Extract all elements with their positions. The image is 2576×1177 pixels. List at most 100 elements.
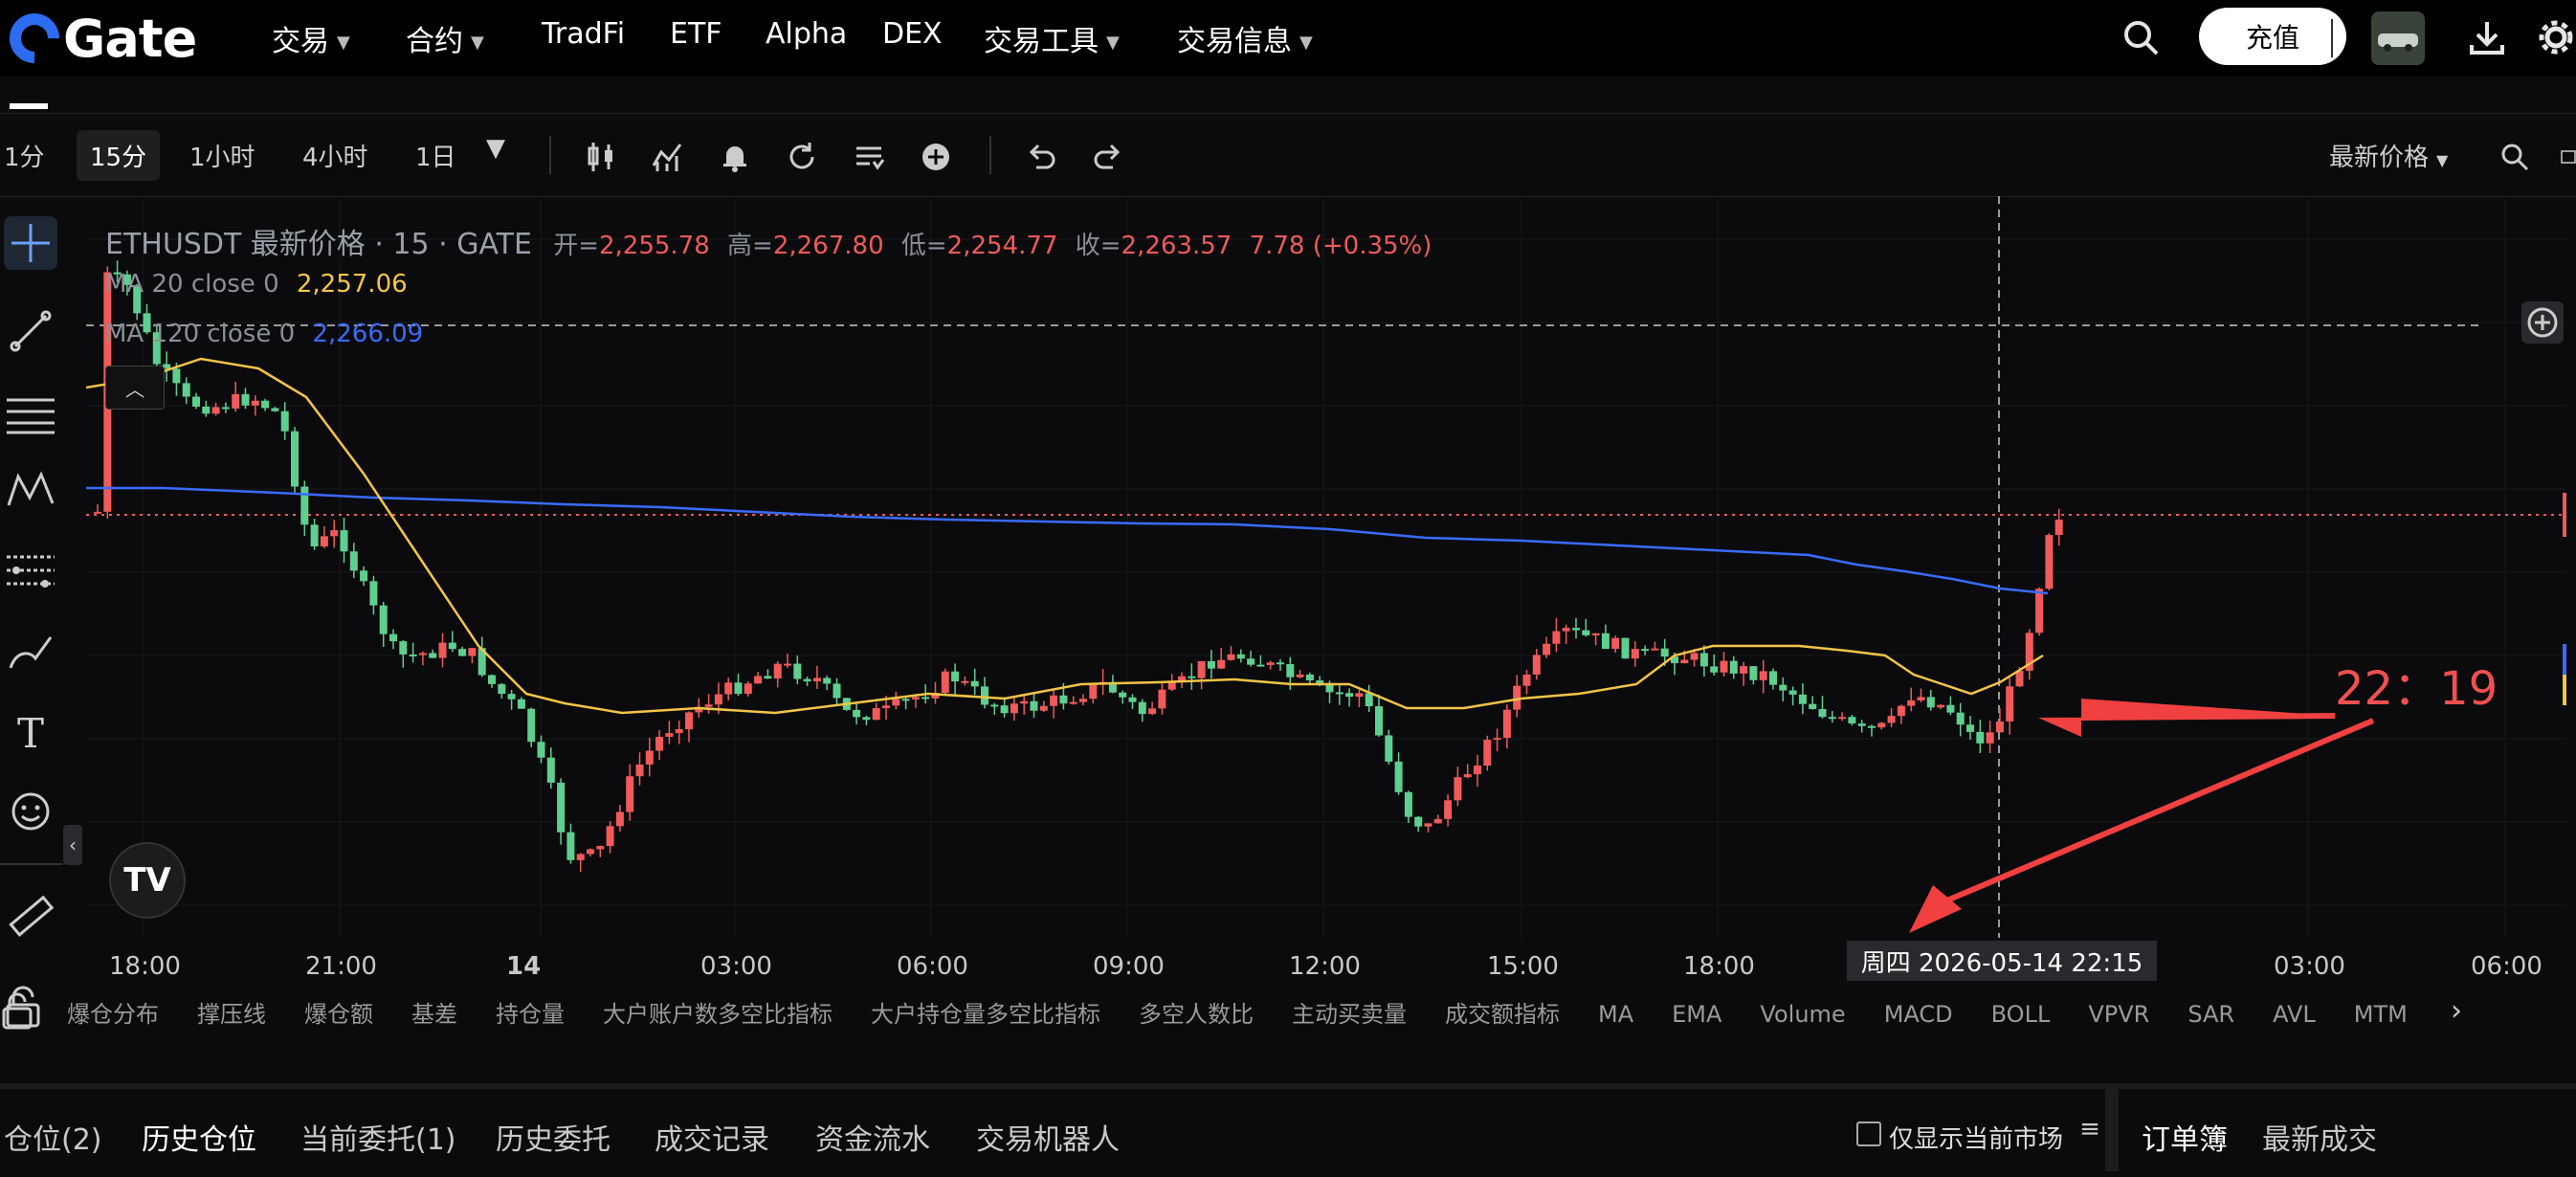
candle-body (970, 680, 979, 687)
alert-bell-icon[interactable] (714, 136, 756, 178)
search-icon[interactable] (2117, 13, 2165, 61)
candle-body (1631, 649, 1639, 659)
bottom-tab[interactable]: 交易机器人 (976, 1116, 1120, 1158)
crosshair-icon[interactable] (4, 216, 57, 270)
menu-icon[interactable]: ≡ (2078, 1110, 2101, 1148)
add-icon[interactable] (915, 136, 957, 178)
price-type-select[interactable]: 最新价格 ▼ (2329, 138, 2448, 173)
bottom-tab[interactable]: 仓位(2) (4, 1116, 102, 1158)
indicator-item[interactable]: 基差 (411, 1001, 457, 1028)
interval-1m[interactable]: 1分 (4, 138, 45, 173)
nav-item-trading-tools[interactable]: 交易工具 ▼ (984, 17, 1120, 59)
candlestick-type-icon[interactable] (580, 136, 622, 178)
candle-body (349, 551, 358, 571)
price-chart[interactable] (86, 196, 2566, 938)
caret-down-icon: ▼ (1106, 33, 1120, 53)
only-current-checkbox[interactable] (1856, 1121, 1881, 1146)
nav-item-dex[interactable]: DEX (882, 17, 943, 51)
nav-item-trade[interactable]: 交易 ▼ (272, 17, 350, 59)
candle-body (1493, 738, 1501, 741)
bottom-tab[interactable]: 历史委托 (496, 1116, 611, 1158)
indicator-item[interactable]: MA (1598, 1001, 1633, 1028)
candle-body (1621, 637, 1630, 659)
fib-icon[interactable] (4, 544, 57, 597)
candle-body (1788, 690, 1797, 695)
low-label: 低= (900, 232, 947, 260)
interval-4h[interactable]: 4小时 (302, 138, 368, 173)
indicator-item[interactable]: 爆仓额 (304, 1001, 373, 1028)
brush-icon[interactable] (4, 626, 57, 679)
download-icon[interactable] (2463, 13, 2511, 61)
candle-body (784, 663, 791, 666)
tab-latest-trades[interactable]: 最新成交 (2262, 1116, 2377, 1158)
candle-body (1937, 704, 1945, 708)
candle-body (488, 675, 496, 684)
candle-body (1188, 676, 1196, 678)
close-value: 2,263.57 (1121, 232, 1232, 260)
redo-icon[interactable] (1087, 136, 1129, 178)
horizontal-lines-icon[interactable] (4, 387, 57, 440)
collapse-toolbar-icon[interactable]: ‹ (63, 825, 82, 865)
indicators-icon[interactable] (647, 136, 689, 178)
indicator-item[interactable]: 多空人数比 (1139, 1001, 1254, 1028)
avatar[interactable] (2371, 11, 2425, 65)
candle-body (1809, 703, 1817, 709)
bottom-tab[interactable]: 历史仓位 (142, 1116, 256, 1158)
indicator-item[interactable]: VPVR (2088, 1001, 2149, 1028)
candle-body (527, 708, 536, 743)
scroll-right-icon[interactable]: › (2442, 991, 2471, 1030)
candle-body (1296, 674, 1304, 677)
tab-order-book[interactable]: 订单簿 (2142, 1116, 2228, 1158)
indicator-item[interactable]: 持仓量 (496, 1001, 565, 1028)
logo-mark (0, 3, 70, 74)
gear-icon[interactable] (2536, 13, 2576, 61)
candle-body (1069, 701, 1077, 704)
bottom-tab[interactable]: 成交记录 (655, 1116, 769, 1158)
ruler-icon[interactable] (4, 890, 57, 944)
trend-line-icon[interactable] (4, 304, 57, 358)
collapse-legend-button[interactable]: ︿ (105, 366, 165, 410)
bottom-tab[interactable]: 资金流水 (815, 1116, 930, 1158)
nav-item-alpha[interactable]: Alpha (766, 17, 847, 51)
nav-item-tradfi[interactable]: TradFi (542, 17, 625, 51)
nav-item-futures[interactable]: 合约 ▼ (406, 17, 484, 59)
emoji-icon[interactable] (4, 785, 57, 838)
indicator-item[interactable]: 撑压线 (197, 1001, 266, 1028)
tradingview-logo[interactable]: TV (109, 842, 186, 919)
interval-1d[interactable]: 1日 (415, 138, 456, 173)
indicator-item[interactable]: 爆仓分布 (67, 1001, 159, 1028)
templates-icon[interactable] (848, 136, 890, 178)
indicator-item[interactable]: EMA (1672, 1001, 1721, 1028)
candle-body (1740, 666, 1748, 674)
indicator-item[interactable]: MTM (2354, 1001, 2408, 1028)
indicator-item[interactable]: BOLL (1991, 1001, 2051, 1028)
interval-dropdown-icon[interactable]: ▼ (486, 134, 505, 163)
candle-body (280, 411, 289, 432)
chart-search-icon[interactable] (2494, 136, 2536, 178)
bottom-tab[interactable]: 当前委托(1) (300, 1116, 456, 1158)
interval-1h[interactable]: 1小时 (189, 138, 255, 173)
indicator-item[interactable]: SAR (2187, 1001, 2234, 1028)
text-tool-icon[interactable]: T (4, 706, 57, 760)
indicator-item[interactable]: 大户账户数多空比指标 (603, 1001, 833, 1028)
deposit-button[interactable]: 充值 (2199, 8, 2346, 65)
pattern-icon[interactable] (4, 463, 57, 517)
interval-15m[interactable]: 15分 (77, 130, 161, 181)
indicator-item[interactable]: 成交额指标 (1445, 1001, 1560, 1028)
indicator-item[interactable]: AVL (2273, 1001, 2316, 1028)
gate-logo[interactable]: Gate (0, 3, 197, 74)
more-icon[interactable] (2561, 136, 2576, 178)
indicator-item[interactable]: MACD (1884, 1001, 1953, 1028)
indicator-item[interactable]: 主动买卖量 (1292, 1001, 1407, 1028)
lock-icon[interactable] (0, 989, 34, 1032)
candle-body (1857, 723, 1866, 726)
time-tick-label: 03:00 (2274, 952, 2345, 981)
undo-icon[interactable] (1020, 136, 1062, 178)
time-tick-label: 06:00 (897, 952, 968, 981)
nav-item-etf[interactable]: ETF (670, 17, 722, 51)
indicator-item[interactable]: 大户持仓量多空比指标 (871, 1001, 1100, 1028)
replay-icon[interactable] (781, 136, 823, 178)
indicator-item[interactable]: Volume (1760, 1001, 1845, 1028)
candle-body (744, 683, 752, 695)
nav-item-trading-info[interactable]: 交易信息 ▼ (1177, 17, 1313, 59)
